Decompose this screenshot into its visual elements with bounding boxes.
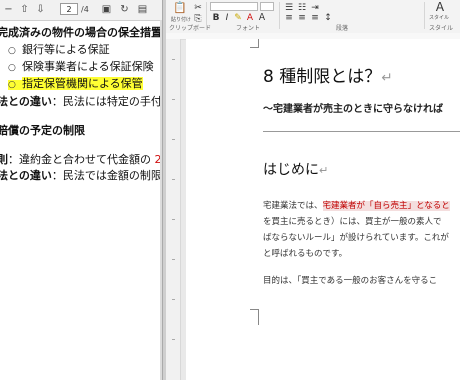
align-center-icon[interactable]: ≡ <box>296 12 308 24</box>
pdf-viewer-pane: − ⇧ ⇩ 2 /4 ▣ ↻ ▤ 完成済みの物件の場合の保全措置の ○ 銀行等によ… <box>0 0 162 380</box>
styles-button-label[interactable]: スタイル <box>429 14 449 21</box>
ruler-tick <box>172 99 175 100</box>
paragraph-mark-icon: ↵ <box>381 70 393 86</box>
bullet-icon: ○ <box>8 80 22 90</box>
page-view-icon[interactable]: ▤ <box>136 3 149 16</box>
document-subtitle: ～宅建業者が売主のときに守らなければ <box>263 104 443 115</box>
paragraph-mark-icon: ↵ <box>319 164 329 177</box>
document-title: 8 種制限とは？↵ <box>263 62 393 87</box>
pdf-toolbar: − ⇧ ⇩ 2 /4 ▣ ↻ ▤ <box>0 0 162 21</box>
ruler-tick <box>172 219 175 220</box>
line-text: ：民法には特定の手付 <box>51 95 160 108</box>
ruler-tick <box>172 179 175 180</box>
bold-label: 法との違い <box>0 169 52 182</box>
rotate-icon[interactable]: ↻ <box>118 3 131 16</box>
ruler-tick <box>172 139 175 140</box>
pdf-line: 法との違い：民法では金額の制限は <box>0 167 160 183</box>
list-item: ○ 保険事業者による保証保険 <box>8 58 154 74</box>
horizontal-rule <box>263 131 460 132</box>
paste-icon[interactable]: 📋 <box>173 2 187 16</box>
body-line: 宅建業法では、宅建業者が「自ら売主」となると <box>263 199 450 211</box>
pdf-line: 法との違い：民法には特定の手付 <box>0 93 160 109</box>
ribbon-separator <box>206 2 207 29</box>
highlighted-text: 宅建業者が「自ら売主」となると <box>322 201 450 211</box>
page-total-label: /4 <box>81 5 89 14</box>
crop-mark <box>258 39 259 47</box>
pdf-line: 完成済みの物件の場合の保全措置の <box>0 26 160 39</box>
arrow-up-icon[interactable]: ⇧ <box>18 3 31 16</box>
pdf-line: 則：違約金と合わせて代金額の 2/ <box>0 151 160 167</box>
bold-label: 法との違い <box>0 95 52 108</box>
clipboard-group-label: クリップボード <box>169 25 212 32</box>
list-item-highlighted: ○ 指定保管機関による保管 <box>8 75 143 91</box>
body-line: 目的は、「買主である一般のお客さんを守るこ <box>263 276 438 286</box>
word-window: 📋 貼り付け ✂ ⎘ クリップボード B I ✎ A Ａ フォント ☰ ☷ ⇥ … <box>166 0 460 380</box>
bullet-icon: ○ <box>8 63 16 73</box>
pdf-page-content: 完成済みの物件の場合の保全措置の ○ 銀行等による保証 ○ 保険事業者による保証保険… <box>0 20 160 380</box>
document-page[interactable]: 8 種制限とは？↵ ～宅建業者が売主のときに守らなければ はじめに↵ 宅建業法で… <box>186 39 460 380</box>
line-text: ：民法では金額の制限は <box>51 169 160 182</box>
crop-mark <box>250 47 259 48</box>
ribbon-separator <box>279 2 280 29</box>
list-item-text: 銀行等による保証 <box>22 43 110 56</box>
zoom-out-icon[interactable]: − <box>2 3 15 16</box>
list-item-text: 保険事業者による保証保険 <box>22 60 154 73</box>
font-size-select[interactable] <box>260 2 274 11</box>
align-right-icon[interactable]: ≡ <box>309 12 321 24</box>
body-text: 宅建業法では、 <box>263 201 323 211</box>
heading-text: はじめに <box>263 162 319 178</box>
font-group-label: フォント <box>236 25 261 32</box>
ruler-tick <box>172 339 175 340</box>
crop-mark <box>250 309 259 310</box>
body-line: と呼ばれるものです。 <box>263 249 348 259</box>
fit-page-icon[interactable]: ▣ <box>100 3 113 16</box>
section-heading: はじめに↵ <box>263 159 328 179</box>
paste-button-label[interactable]: 貼り付け <box>171 16 191 23</box>
styles-group-label: スタイル <box>429 25 454 32</box>
vertical-ruler[interactable] <box>166 39 181 380</box>
paragraph-group-label: 段落 <box>336 25 349 32</box>
bullet-icon: ○ <box>8 46 16 56</box>
pdf-section-heading: 賠償の予定の制限 <box>0 124 85 137</box>
arrow-down-icon[interactable]: ⇩ <box>34 3 47 16</box>
line-text: ：違約金と合わせて代金額の <box>8 153 151 166</box>
ribbon-separator <box>424 2 425 29</box>
list-item-text: 指定保管機関による保管 <box>22 77 143 90</box>
page-number-input[interactable]: 2 <box>60 3 78 15</box>
title-text: 8 種制限とは？ <box>263 67 382 87</box>
list-item: ○ 銀行等による保証 <box>8 41 110 57</box>
styles-icon[interactable]: Ａ <box>434 1 446 13</box>
ruler-tick <box>172 299 175 300</box>
crop-mark <box>258 309 259 325</box>
line-spacing-icon[interactable]: ↕ <box>322 12 334 24</box>
ruler-tick <box>172 259 175 260</box>
ribbon: 📋 貼り付け ✂ ⎘ クリップボード B I ✎ A Ａ フォント ☰ ☷ ⇥ … <box>166 0 460 34</box>
align-left-icon[interactable]: ≡ <box>283 12 295 24</box>
ruler-tick <box>172 59 175 60</box>
font-name-select[interactable] <box>210 2 258 11</box>
bold-label: 則 <box>0 153 8 166</box>
body-line: ばならないルール」が設けられています。これが <box>263 233 449 243</box>
body-line: を買主に売るとき）には、買主が一般の素人で <box>263 217 442 227</box>
